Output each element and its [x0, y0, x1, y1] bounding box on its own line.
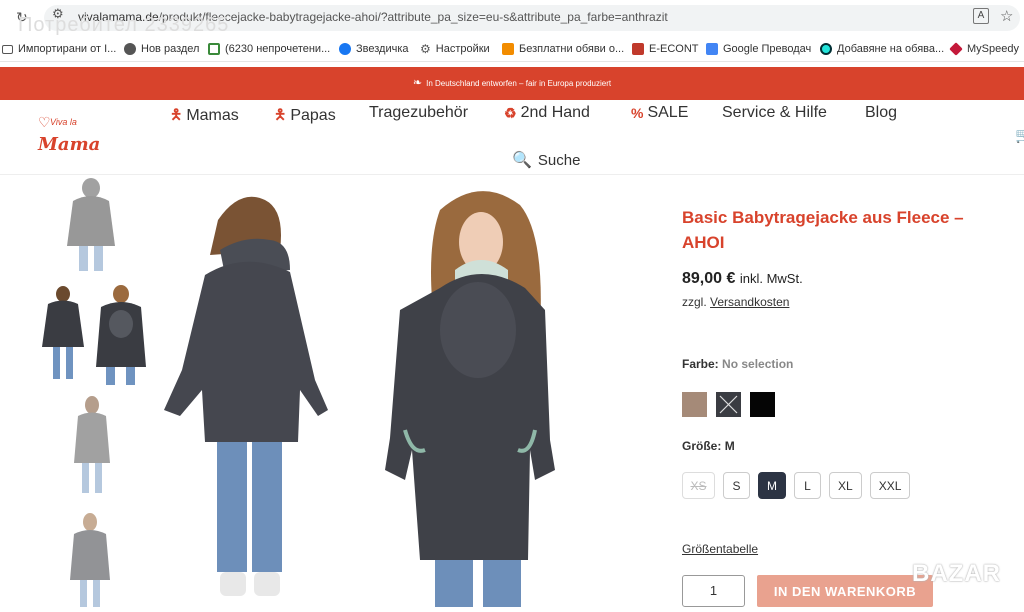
nav-papas[interactable]: 🯅 Papas [274, 104, 336, 128]
nav-blog[interactable]: Blog [865, 104, 897, 122]
product-title: Basic Babytragejacke aus Fleece – AHOI [682, 208, 964, 252]
product-thumbnail[interactable] [66, 510, 114, 607]
bookmark-star-icon[interactable]: ☆ [1000, 7, 1013, 25]
size-selected-value: M [724, 439, 735, 453]
color-swatch-anthrazit[interactable] [716, 392, 741, 417]
color-swatch-schwarz[interactable] [750, 392, 775, 417]
person-icon: 🯅 [274, 106, 287, 122]
gear-icon: ⚙ [420, 42, 431, 56]
nav-2nd-hand[interactable]: ♻ 2nd Hand [504, 104, 590, 122]
product-thumbnail[interactable] [68, 393, 116, 498]
bookmark-item[interactable]: Добавяне на обява... [820, 41, 944, 57]
percent-icon: % [631, 105, 644, 121]
bookmark-item[interactable]: Звездичка [339, 41, 409, 57]
price-tax-note: inkl. MwSt. [739, 271, 803, 286]
size-option-xl[interactable]: XL [829, 472, 862, 499]
size-selector: XS S M L XL XXL [682, 472, 911, 499]
olx-icon [820, 43, 832, 55]
translate-icon [706, 43, 718, 55]
nav-service-hilfe[interactable]: Service & Hilfe [722, 104, 827, 122]
product-price: 89,00 € inkl. MwSt. [682, 270, 803, 288]
recycle-icon: ♻ [504, 104, 517, 121]
leaf-icon: ❧ [412, 77, 423, 90]
size-option-m[interactable]: M [758, 472, 786, 499]
shipping-note: zzgl. Versandkosten [682, 295, 790, 309]
user-overlay-watermark: Потребител 2339265 [18, 14, 230, 36]
nav-sale[interactable]: % SALE [631, 104, 688, 122]
bookmark-item[interactable]: E-ECONT [632, 41, 699, 57]
logo-small-text: Viva la [50, 117, 77, 127]
size-option-xxl[interactable]: XXL [869, 472, 911, 499]
color-swatch-beige[interactable] [682, 392, 707, 417]
logo-big-text: Mama [38, 134, 101, 155]
bookmarks-bar: Импортирани от I... Нов раздел (6230 неп… [0, 36, 1024, 62]
bookmark-item[interactable]: Безплатни обяви о... [502, 41, 624, 57]
product-main-image[interactable] [150, 180, 640, 607]
site-logo[interactable]: ♡ Viva la Mama [36, 114, 100, 158]
folder-icon [2, 44, 13, 54]
product-thumbnail[interactable] [55, 176, 127, 276]
size-table-link[interactable]: Größentabelle [682, 542, 758, 556]
size-label: Größe: M [682, 439, 735, 453]
shipping-costs-link[interactable]: Versandkosten [710, 295, 789, 309]
bag-icon [502, 43, 514, 55]
size-option-xs[interactable]: XS [682, 472, 715, 499]
bookmark-item[interactable]: Импортирани от I... [2, 41, 116, 57]
globe-icon [124, 43, 136, 55]
color-label: Farbe: No selection [682, 357, 794, 371]
cart-icon[interactable]: 🛒 [1015, 126, 1024, 144]
add-to-cart-button[interactable]: IN DEN WARENKORB [757, 575, 933, 607]
person-icon: 🯅 [170, 106, 183, 122]
nav-mamas[interactable]: 🯅 Mamas [170, 104, 239, 128]
home-icon [208, 43, 220, 55]
quantity-input[interactable]: 1 [682, 575, 745, 607]
product-thumbnail-active[interactable] [36, 282, 151, 390]
unavailable-cross-icon [719, 395, 738, 414]
promo-bar: ❧ In Deutschland entworfen – fair in Euro… [0, 67, 1024, 100]
heart-icon: ♡ [38, 114, 51, 130]
bookmark-item[interactable]: (6230 непрочетени... [208, 41, 330, 57]
facebook-icon [339, 43, 351, 55]
bookmark-item[interactable]: MySpeedy [949, 41, 1019, 57]
translate-page-icon[interactable]: A [973, 8, 989, 24]
bazar-watermark: BAZAR [912, 560, 1001, 587]
promo-text: In Deutschland entworfen – fair in Europ… [426, 79, 612, 88]
price-value: 89,00 € [682, 270, 736, 287]
search-icon: 🔍 [512, 152, 532, 169]
bookmark-item[interactable]: Нов раздел [124, 41, 199, 57]
size-option-s[interactable]: S [723, 472, 750, 499]
site-header: ♡ Viva la Mama 🯅 Mamas 🯅 Papas Tragezubehö… [0, 100, 1024, 175]
bookmark-item[interactable]: Google Преводач [706, 41, 811, 57]
color-selected-value: No selection [722, 357, 794, 371]
cube-icon [949, 42, 963, 56]
nav-search[interactable]: 🔍 Suche [512, 150, 580, 170]
bookmark-item[interactable]: ⚙ Настройки [420, 41, 490, 57]
size-option-l[interactable]: L [794, 472, 821, 499]
nav-tragezubehoer[interactable]: Tragezubehör [369, 104, 468, 122]
econt-icon [632, 43, 644, 55]
